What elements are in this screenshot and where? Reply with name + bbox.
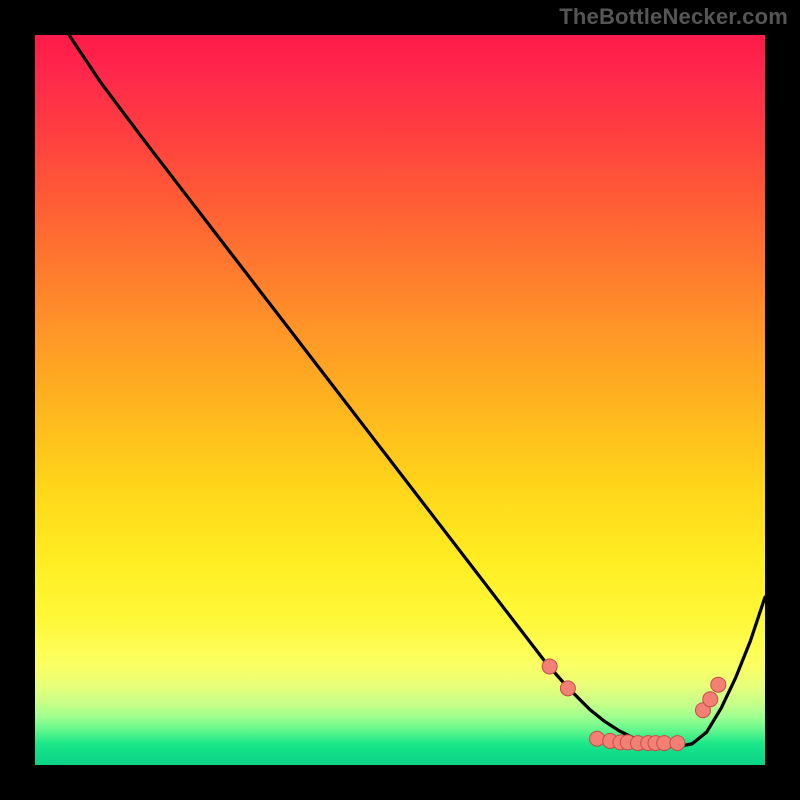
data-point: [590, 731, 605, 746]
plot-area: [35, 35, 765, 765]
data-point: [560, 681, 575, 696]
curve-line: [64, 35, 765, 747]
chart-container: TheBottleNecker.com: [0, 0, 800, 800]
watermark-text: TheBottleNecker.com: [559, 4, 788, 30]
chart-svg: [35, 35, 765, 765]
data-point: [670, 736, 685, 751]
data-point: [711, 677, 726, 692]
data-point: [542, 659, 557, 674]
data-point: [703, 692, 718, 707]
